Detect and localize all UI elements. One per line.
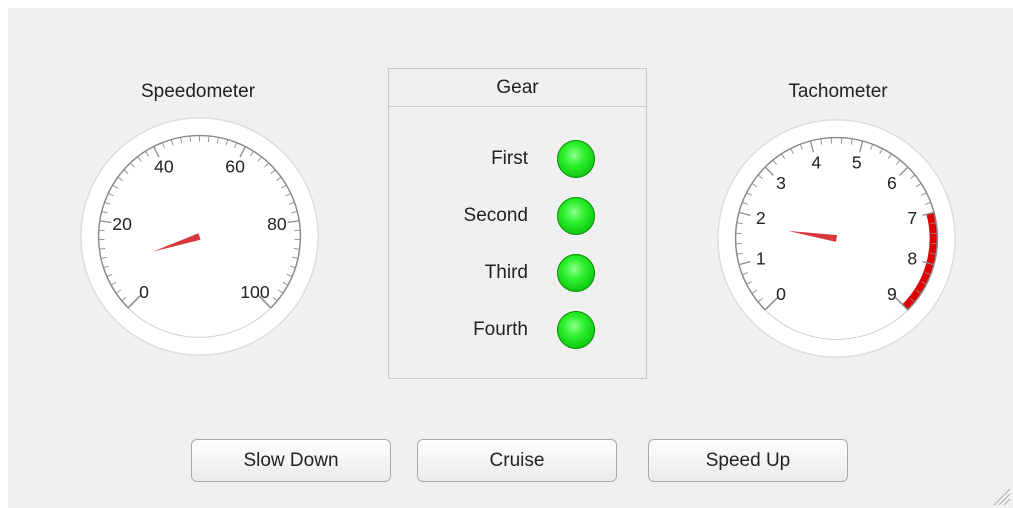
speedometer-scale-label: 40 <box>154 157 174 177</box>
gear-panel: Gear First Second Third Fourth <box>388 68 647 379</box>
gear-label-second: Second <box>463 205 528 226</box>
tachometer-scale-label: 6 <box>887 173 897 193</box>
speedometer-scale-label: 100 <box>240 282 270 302</box>
tachometer-gauge: 01234 56789 <box>717 119 956 358</box>
gear-row-third: Third <box>389 253 648 293</box>
gear-panel-title: Gear <box>389 69 646 107</box>
gear-label-first: First <box>491 148 528 169</box>
speedometer-title: Speedometer <box>140 81 256 102</box>
speedometer-scale-label: 0 <box>139 282 149 302</box>
tachometer-scale-label: 7 <box>907 208 917 228</box>
speedometer-scale-label: 60 <box>225 157 245 177</box>
slow-down-button[interactable]: Slow Down <box>191 439 391 482</box>
gear-label-fourth: Fourth <box>473 319 528 340</box>
resize-grip-icon[interactable] <box>989 484 1011 506</box>
speedometer-scale-label: 20 <box>112 214 132 234</box>
gear-lamp-second <box>557 197 595 235</box>
tachometer-scale-label: 0 <box>776 284 786 304</box>
gear-label-third: Third <box>484 262 528 283</box>
tachometer-scale-label: 5 <box>852 153 862 173</box>
speedometer-scale-label: 80 <box>267 214 287 234</box>
gear-row-second: Second <box>389 196 648 236</box>
cruise-button[interactable]: Cruise <box>417 439 617 482</box>
speedometer-gauge: 0 20 40 60 80 100 <box>80 117 319 356</box>
tachometer-scale-label: 2 <box>756 208 766 228</box>
speedometer-minor-tick <box>189 135 191 142</box>
tachometer-scale-label: 1 <box>756 249 766 269</box>
tachometer-title: Tachometer <box>788 81 888 102</box>
speed-up-button[interactable]: Speed Up <box>648 439 848 482</box>
app-canvas: Speedometer 0 20 40 60 80 100 Tachometer 0123… <box>8 8 1013 508</box>
gear-lamp-first <box>557 140 595 178</box>
tachometer-scale-label: 3 <box>776 173 786 193</box>
tachometer-scale-label: 4 <box>811 153 821 173</box>
gear-lamp-third <box>557 254 595 292</box>
gear-row-first: First <box>389 139 648 179</box>
tachometer-scale-label: 8 <box>907 249 917 269</box>
gear-lamp-fourth <box>557 311 595 349</box>
tachometer-scale-label: 9 <box>887 284 897 304</box>
speedometer-minor-tick <box>208 135 210 142</box>
gear-row-fourth: Fourth <box>389 310 648 350</box>
